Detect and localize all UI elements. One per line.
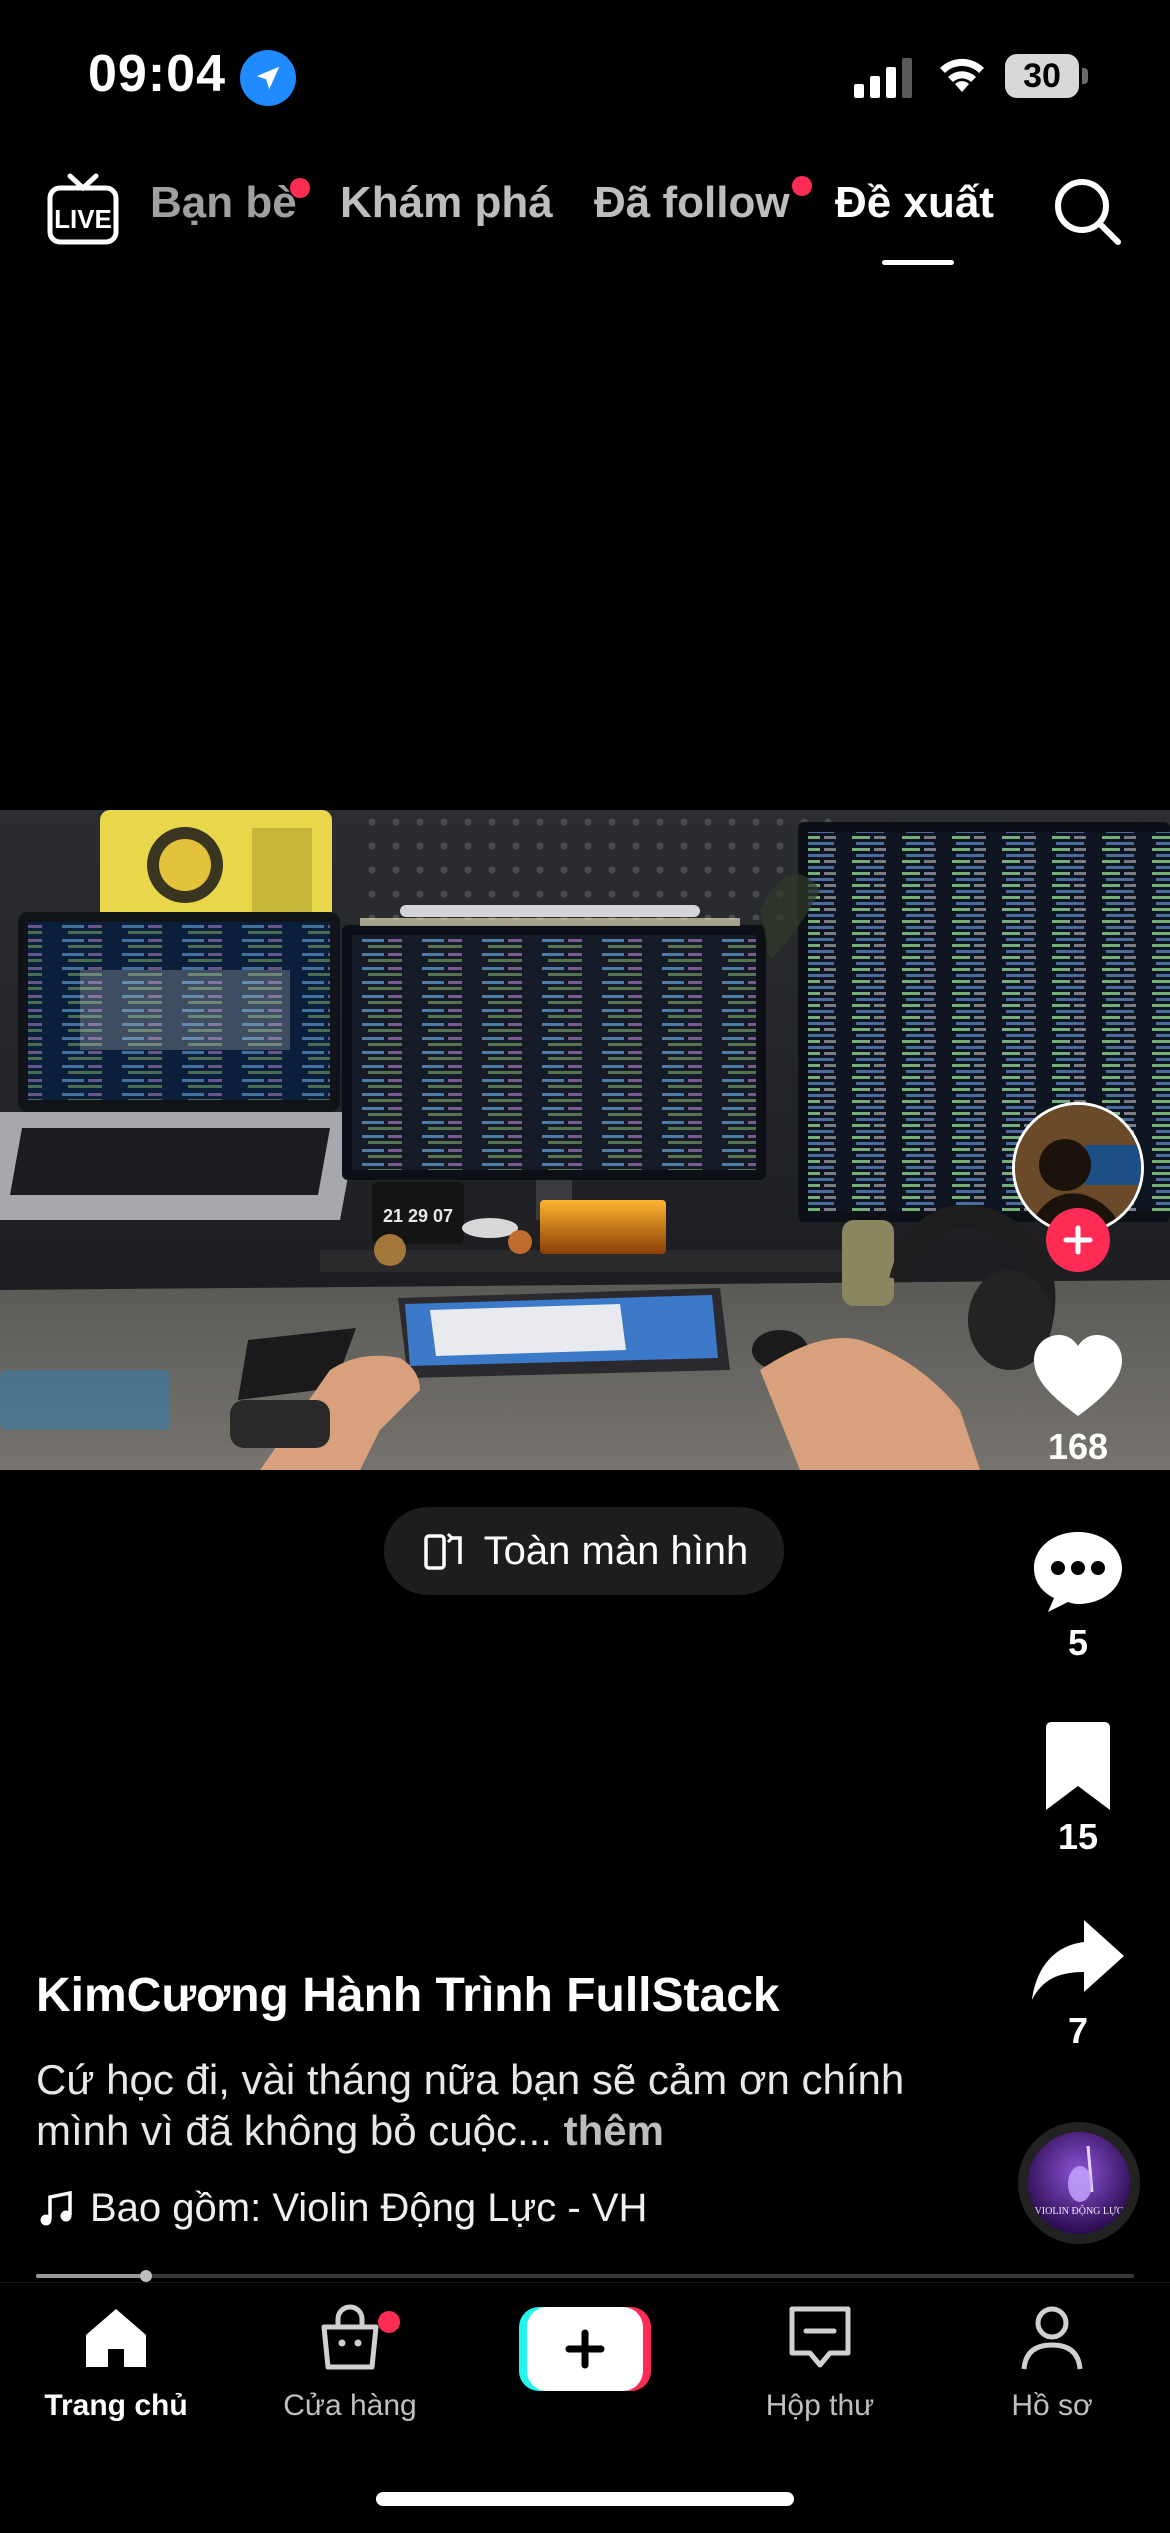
fullscreen-button[interactable]: Toàn màn hình bbox=[384, 1507, 784, 1595]
tab-following[interactable]: Đã follow bbox=[594, 178, 790, 228]
shopping-bag-icon bbox=[321, 2304, 379, 2370]
inbox-icon bbox=[789, 2306, 851, 2368]
status-time: 09:04 bbox=[88, 45, 226, 103]
cellular-signal-icon bbox=[854, 58, 912, 98]
tab-explore[interactable]: Khám phá bbox=[340, 178, 553, 228]
video-caption[interactable]: Cứ học đi, vài tháng nữa bạn sẽ cảm ơn c… bbox=[36, 2054, 936, 2156]
like-count: 168 bbox=[1047, 1426, 1109, 1467]
search-icon[interactable] bbox=[1050, 174, 1124, 248]
fullscreen-label: Toàn màn hình bbox=[483, 1528, 749, 1573]
profile-icon bbox=[1021, 2306, 1083, 2370]
music-disc[interactable]: VIOLIN ĐỘNG LỰC bbox=[1018, 2122, 1140, 2244]
nav-shop[interactable]: Cửa hàng bbox=[250, 2297, 450, 2423]
caption-more-link[interactable]: thêm bbox=[564, 2107, 664, 2154]
tab-friends[interactable]: Bạn bè bbox=[150, 178, 297, 228]
caption-text: Cứ học đi, vài tháng nữa bạn sẽ cảm ơn c… bbox=[36, 2056, 905, 2154]
create-plus-icon bbox=[519, 2307, 651, 2391]
battery-indicator: 30 bbox=[1005, 54, 1089, 98]
home-indicator[interactable] bbox=[376, 2492, 794, 2506]
follow-button[interactable] bbox=[1046, 1208, 1110, 1272]
nav-shop-label: Cửa hàng bbox=[283, 2389, 417, 2422]
live-icon[interactable]: LIVE bbox=[46, 170, 120, 246]
tab-following-notification-dot bbox=[792, 176, 812, 196]
video-progress-track[interactable] bbox=[36, 2274, 1134, 2278]
share-icon[interactable] bbox=[1028, 1912, 1128, 2012]
music-title: Bao gồm: Violin Động Lực - VH bbox=[90, 2186, 648, 2230]
home-icon bbox=[86, 2309, 146, 2367]
heart-icon[interactable] bbox=[1028, 1326, 1128, 1426]
tab-friends-notification-dot bbox=[290, 178, 310, 198]
shop-notification-dot bbox=[378, 2311, 400, 2333]
video-frame-desk-setup: 21 29 07 bbox=[0, 810, 1170, 1470]
video-progress-knob[interactable] bbox=[140, 2270, 152, 2282]
nav-profile[interactable]: Hồ sơ bbox=[952, 2297, 1152, 2423]
location-arrow-icon bbox=[240, 50, 296, 106]
share-count: 7 bbox=[1067, 2010, 1089, 2051]
music-info[interactable]: Bao gồm: Violin Động Lực - VH bbox=[36, 2186, 647, 2231]
rotate-screen-icon bbox=[423, 1532, 462, 1570]
desk-clock-text: 21 29 07 bbox=[383, 1206, 453, 1226]
music-note-icon bbox=[40, 2190, 72, 2225]
video-progress-fill bbox=[36, 2274, 146, 2278]
battery-level: 30 bbox=[1005, 54, 1079, 98]
disc-label: VIOLIN ĐỘNG LỰC bbox=[1035, 2205, 1124, 2217]
active-tab-indicator bbox=[882, 260, 954, 265]
save-count: 15 bbox=[1057, 1816, 1099, 1857]
wifi-icon bbox=[940, 58, 984, 92]
create-button[interactable] bbox=[519, 2307, 651, 2391]
nav-home[interactable]: Trang chủ bbox=[16, 2297, 216, 2423]
creator-username[interactable]: KimCương Hành Trình FullStack bbox=[36, 1968, 780, 2023]
plus-icon bbox=[1063, 1225, 1093, 1255]
bookmark-icon[interactable] bbox=[1028, 1716, 1128, 1816]
comment-count: 5 bbox=[1067, 1622, 1089, 1663]
comment-icon[interactable] bbox=[1028, 1520, 1128, 1620]
tab-for-you[interactable]: Đề xuất bbox=[835, 178, 994, 228]
nav-inbox[interactable]: Hộp thư bbox=[720, 2297, 920, 2423]
nav-inbox-label: Hộp thư bbox=[765, 2389, 875, 2422]
live-label: LIVE bbox=[54, 204, 112, 234]
nav-home-label: Trang chủ bbox=[44, 2389, 188, 2422]
nav-profile-label: Hồ sơ bbox=[1011, 2389, 1093, 2422]
video-player[interactable]: 21 29 07 bbox=[0, 810, 1170, 1470]
